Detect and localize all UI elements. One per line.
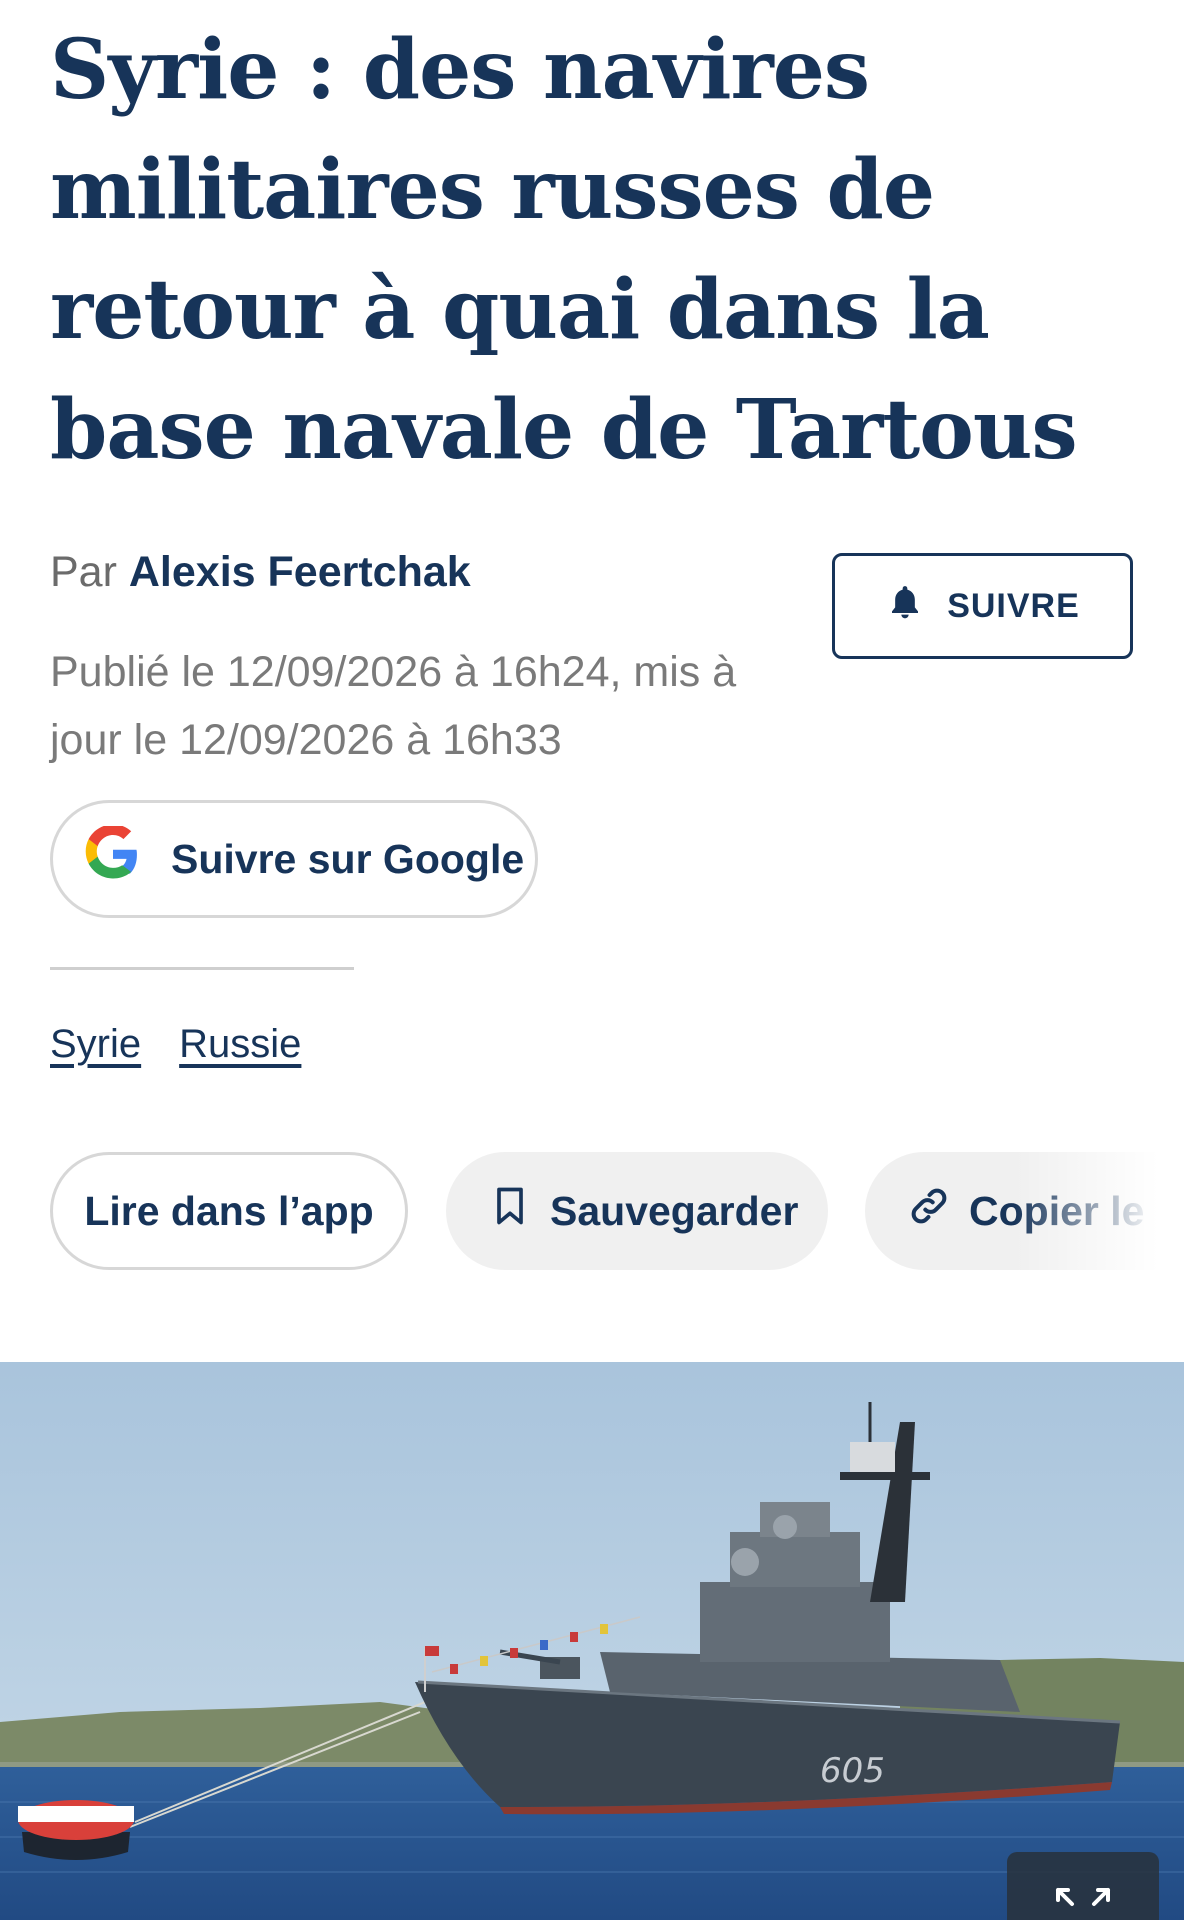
google-g-icon xyxy=(85,824,141,892)
follow-on-google-label: Suivre sur Google xyxy=(171,835,525,882)
expand-icon xyxy=(1052,1882,1114,1920)
tag-russie[interactable]: Russie xyxy=(179,1022,301,1067)
read-in-app-label: Lire dans l’app xyxy=(84,1187,374,1234)
hero-photo[interactable]: 605 xyxy=(0,1362,1184,1920)
save-label: Sauvegarder xyxy=(550,1187,799,1234)
byline: Par Alexis Feertchak xyxy=(50,548,471,597)
scroll-fade xyxy=(1014,1152,1184,1270)
bell-icon xyxy=(885,582,925,631)
publication-dates: Publié le 12/09/2026 à 16h24, mis à jour… xyxy=(50,648,737,764)
topic-tags: Syrie Russie xyxy=(50,1022,301,1067)
article-title: Syrie : des navires militaires russes de… xyxy=(50,22,1078,478)
expand-image-button[interactable] xyxy=(1007,1852,1159,1920)
save-button[interactable]: Sauvegarder xyxy=(446,1152,828,1270)
link-icon xyxy=(907,1184,951,1238)
byline-prefix: Par xyxy=(50,548,129,596)
read-in-app-button[interactable]: Lire dans l’app xyxy=(50,1152,408,1270)
follow-button-label: SUIVRE xyxy=(947,586,1080,625)
author-link[interactable]: Alexis Feertchak xyxy=(129,548,471,596)
article-actions: Lire dans l’app Sauvegarder Copier le li… xyxy=(50,1152,1184,1270)
follow-on-google-button[interactable]: Suivre sur Google xyxy=(50,800,538,918)
tag-syrie[interactable]: Syrie xyxy=(50,1022,141,1067)
divider xyxy=(50,967,354,970)
bookmark-icon xyxy=(488,1184,532,1238)
follow-button[interactable]: SUIVRE xyxy=(832,553,1133,659)
hull-number: 605 xyxy=(820,1751,885,1791)
